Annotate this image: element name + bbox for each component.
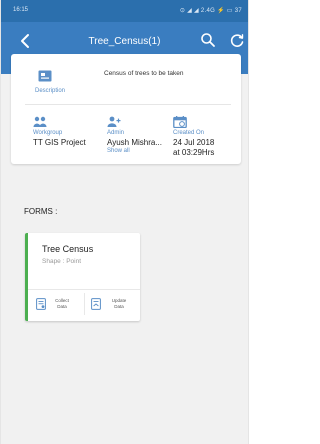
project-info-card: Description Census of trees to be taken … [11,54,241,164]
calendar-icon [173,116,187,128]
refresh-icon[interactable] [229,32,245,48]
collect-data-button[interactable]: Collect Data [28,290,84,320]
update-data-label-line1: Update [111,298,127,303]
form-title: Tree Census [42,244,94,254]
collect-data-icon [36,298,46,310]
form-card[interactable]: Tree Census Shape : Point Collect Data U… [25,233,140,321]
workgroup-label: Workgroup [33,130,63,136]
collect-data-label: Collect Data [50,298,74,310]
collect-data-label-line2: Data [57,304,67,309]
workgroup-icon [33,116,47,127]
admin-label: Admin [107,130,125,136]
update-data-label: Update Data [107,298,131,310]
status-bar: 16:15 ⊙ ◢ ◢ 2.4G ⚡ ▭ 37 [1,0,248,22]
workgroup-value: TT GIS Project [33,138,86,147]
status-time: 16:15 [13,7,29,13]
admin-icon [107,116,121,127]
created-on-date: 24 Jul 2018 [173,138,215,147]
description-label: Description [35,88,66,94]
admin-value: Ayush Mishra... [107,138,162,147]
update-data-icon [91,298,101,310]
update-data-button[interactable]: Update Data [85,290,140,320]
collect-data-label-line1: Collect [55,298,69,303]
status-indicators: ⊙ ◢ ◢ 2.4G ⚡ ▭ 37 [179,8,242,14]
search-icon[interactable] [200,32,216,48]
forms-heading: FORMS : [24,207,58,216]
created-on-label: Created On [173,130,205,136]
form-shape: Shape : Point [42,258,82,265]
description-icon [38,70,52,82]
update-data-label-line2: Data [114,304,124,309]
description-value: Census of trees to be taken [104,70,184,77]
phone-screen: 16:15 ⊙ ◢ ◢ 2.4G ⚡ ▭ 37 Tree_Census(1) D… [0,0,249,444]
admin-show-all-link[interactable]: Show all [107,148,130,154]
created-on-time: at 03:29Hrs [173,148,215,157]
card-divider [25,104,231,105]
